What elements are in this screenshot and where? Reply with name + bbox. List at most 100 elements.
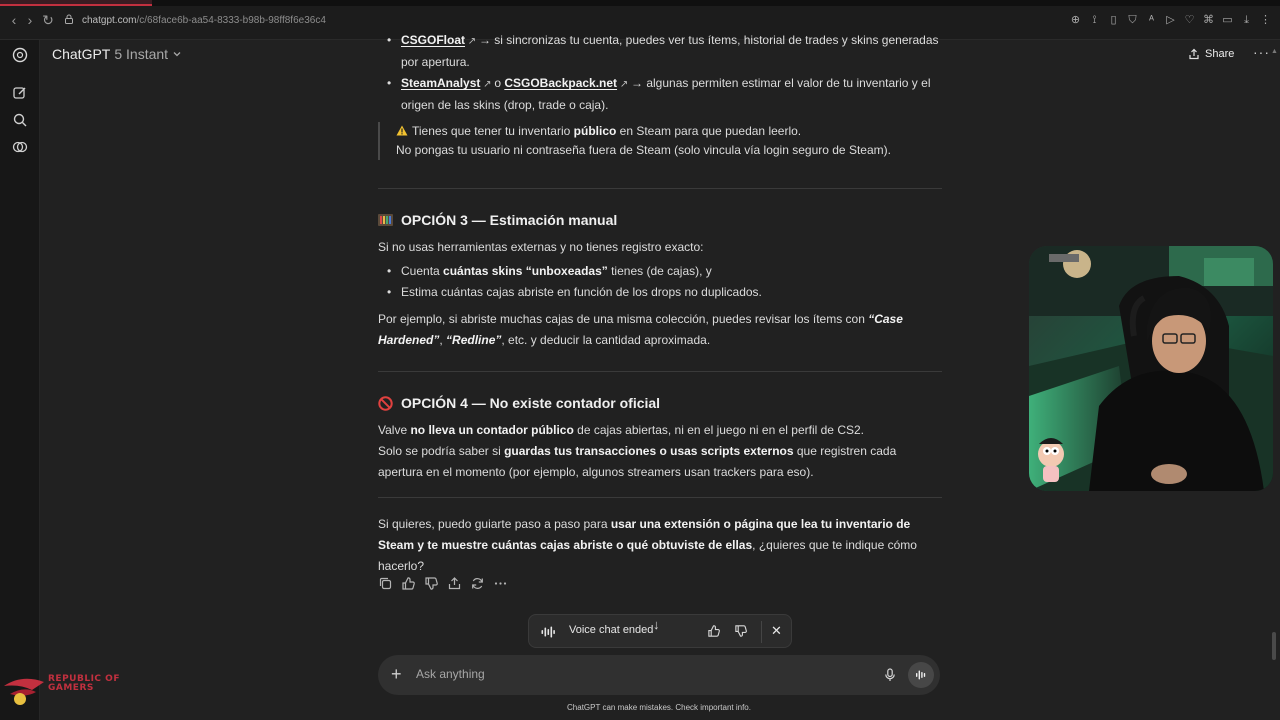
abacus-icon xyxy=(378,214,393,226)
list-item: Cuenta cuántas skins “unboxeadas” tienes… xyxy=(387,261,942,282)
option3-list: Cuenta cuántas skins “unboxeadas” tienes… xyxy=(378,261,942,303)
closing-paragraph: Si quieres, puedo guiarte paso a paso pa… xyxy=(378,514,942,577)
prompt-input[interactable]: Ask anything xyxy=(416,667,485,681)
list-item-text: tienes (de cajas), y xyxy=(607,264,712,278)
message-actions xyxy=(378,576,508,591)
close-icon[interactable]: ✕ xyxy=(771,623,782,639)
thumbs-up-icon[interactable] xyxy=(401,576,416,591)
prohibited-icon xyxy=(378,395,393,411)
menu-icon[interactable]: ⋮ xyxy=(1259,12,1272,28)
scroll-up-arrow[interactable]: ▲ xyxy=(1271,48,1278,55)
heart-icon[interactable]: ♡ xyxy=(1183,12,1196,28)
rog-line-2: GAMERS xyxy=(48,683,94,693)
url-path: /c/68face6b-aa54-8333-b98b-98ff8f6e36c4 xyxy=(136,15,326,26)
lock-icon xyxy=(65,14,73,24)
browser-active-tab[interactable] xyxy=(0,0,152,6)
divider xyxy=(378,497,942,498)
model-name: ChatGPT xyxy=(52,46,111,62)
warning-icon xyxy=(396,125,408,136)
blockquote: Tienes que tener tu inventario público e… xyxy=(378,122,942,160)
csgofloat-link[interactable]: CSGOFloat xyxy=(401,33,465,47)
voice-mode-icon xyxy=(916,670,926,680)
option4-heading: OPCIÓN 4 — No existe contador oficial xyxy=(378,390,942,416)
voice-chat-status: Voice chat ended ↓ ✕ xyxy=(528,614,792,648)
share-message-icon[interactable] xyxy=(447,576,462,591)
address-bar[interactable]: chatgpt.com/c/68face6b-aa54-8333-b98b-98… xyxy=(58,11,1058,31)
thumbs-down-icon[interactable] xyxy=(424,576,439,591)
url-host: chatgpt.com xyxy=(82,15,137,26)
tools-list: CSGOFloat ↗ → si sincronizas tu cuenta, … xyxy=(378,30,942,116)
quote-text: en Steam para que puedan leerlo. xyxy=(616,124,802,138)
screen: ‹ › ↻ chatgpt.com/c/68face6b-aa54-8333-b… xyxy=(0,0,1280,720)
p-text: Valve xyxy=(378,423,411,437)
quote-bold: público xyxy=(573,124,617,138)
quote-line-1: Tienes que tener tu inventario público e… xyxy=(396,122,942,141)
bookmark-icon[interactable]: ▯ xyxy=(1107,12,1120,28)
composer: + Ask anything xyxy=(378,655,940,695)
shield-icon[interactable]: ⛉ xyxy=(1126,12,1139,28)
example-italic: “Redline” xyxy=(446,333,502,347)
forward-icon[interactable]: › xyxy=(22,12,38,28)
list-item-connector: o xyxy=(494,76,501,90)
model-selector[interactable]: ChatGPT 5 Instant xyxy=(52,44,182,64)
translate-icon[interactable]: ᴬ xyxy=(1145,12,1158,28)
pin-icon[interactable]: ⟟ xyxy=(1088,12,1101,28)
list-item: CSGOFloat ↗ → si sincronizas tu cuenta, … xyxy=(387,30,942,73)
list-item: Estima cuántas cajas abriste en función … xyxy=(387,282,942,303)
regenerate-icon[interactable] xyxy=(470,576,485,591)
microphone-icon[interactable] xyxy=(883,668,897,682)
quote-line-2: No pongas tu usuario ni contraseña fuera… xyxy=(396,143,891,157)
list-item-bold: cuántas skins “unboxeadas” xyxy=(443,264,608,278)
example-text: Por ejemplo, si abriste muchas cajas de … xyxy=(378,312,869,326)
voice-chat-label: Voice chat ended xyxy=(569,624,654,636)
external-link-icon: ↗ xyxy=(617,79,631,90)
p-text: de cajas abiertas, ni en el juego ni en … xyxy=(573,423,864,437)
share-label: Share xyxy=(1205,48,1235,60)
more-options-button[interactable]: ··· xyxy=(1253,44,1270,60)
search-icon[interactable] xyxy=(11,111,29,129)
reload-icon[interactable]: ↻ xyxy=(40,12,56,28)
example-text: , etc. y deducir la cantidad aproximada. xyxy=(501,333,711,347)
scroll-down-icon[interactable]: ↓ xyxy=(653,617,660,632)
option3-title: OPCIÓN 3 — Estimación manual xyxy=(401,212,618,228)
pill-divider xyxy=(761,621,762,643)
p-text: Solo se podría saber si xyxy=(378,444,505,458)
copy-icon[interactable] xyxy=(378,576,393,591)
download-icon[interactable]: ⤓ xyxy=(1240,12,1253,28)
more-icon[interactable] xyxy=(493,576,508,591)
voice-thumbs-up-icon[interactable] xyxy=(707,624,721,638)
divider xyxy=(378,371,942,372)
external-link-icon: ↗ xyxy=(480,79,495,90)
option3-intro: Si no usas herramientas externas y no ti… xyxy=(378,240,704,254)
p-text: Si quieres, puedo guiarte paso a paso pa… xyxy=(378,517,611,531)
share-button[interactable]: Share xyxy=(1188,45,1234,63)
model-variant: 5 Instant xyxy=(114,46,169,62)
rog-logo: REPUBLIC OF GAMERS xyxy=(2,672,126,706)
list-item-text: → si sincronizas tu cuenta, puedes ver t… xyxy=(401,33,939,69)
chevron-down-icon xyxy=(173,52,181,57)
add-attachment-icon[interactable]: + xyxy=(391,665,402,683)
option3-heading: OPCIÓN 3 — Estimación manual xyxy=(378,207,942,233)
play-icon[interactable]: ▷ xyxy=(1164,12,1177,28)
rog-wordmark: REPUBLIC OF GAMERS xyxy=(48,675,120,693)
library-icon[interactable] xyxy=(11,138,29,156)
new-chat-icon[interactable] xyxy=(11,84,29,102)
csgobackpack-link[interactable]: CSGOBackpack.net xyxy=(504,76,617,90)
folder-icon[interactable]: ▭ xyxy=(1221,12,1234,28)
list-item: SteamAnalyst ↗ o CSGOBackpack.net ↗ → al… xyxy=(387,73,942,116)
voice-mode-button[interactable] xyxy=(908,662,934,688)
zoom-icon[interactable]: ⊕ xyxy=(1069,12,1082,28)
steamanalyst-link[interactable]: SteamAnalyst xyxy=(401,76,480,90)
disclaimer: ChatGPT can make mistakes. Check importa… xyxy=(567,703,751,712)
puzzle-icon[interactable]: ⌘ xyxy=(1202,12,1215,28)
voice-thumbs-down-icon[interactable] xyxy=(734,624,748,638)
assistant-message: CSGOFloat ↗ → si sincronizas tu cuenta, … xyxy=(378,30,942,577)
quote-text: Tienes que tener tu inventario xyxy=(412,124,574,138)
openai-logo-icon[interactable] xyxy=(11,46,29,64)
back-icon[interactable]: ‹ xyxy=(6,12,22,28)
webcam-overlay xyxy=(1029,246,1273,491)
share-icon xyxy=(1189,48,1199,60)
scrollbar-thumb[interactable] xyxy=(1272,632,1276,660)
browser-tab-strip xyxy=(0,0,1280,6)
sidebar-rail xyxy=(0,40,40,720)
